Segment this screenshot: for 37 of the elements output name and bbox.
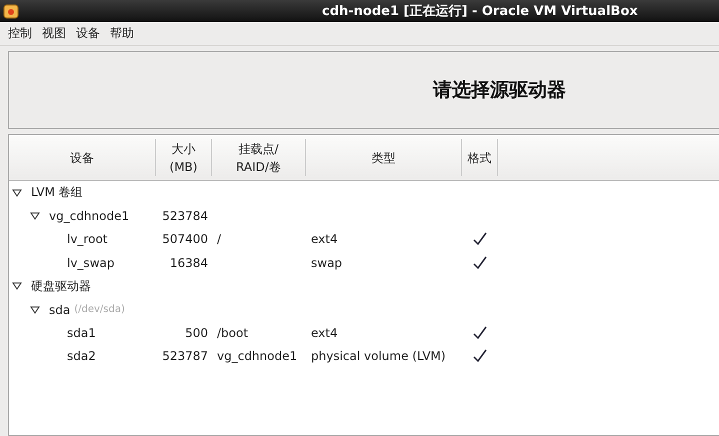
device-name: sda2	[67, 349, 96, 364]
device-name: vg_cdhnode1	[49, 209, 130, 224]
column-header[interactable]: 类型	[306, 139, 462, 176]
device-name: lv_root	[67, 232, 108, 246]
column-header[interactable]: 格式	[462, 139, 498, 176]
mount-cell-text: /boot	[216, 326, 250, 340]
mount-cell-text: vg_cdhnode1	[216, 349, 298, 364]
device-path: (/dev/sda)	[74, 304, 125, 316]
column-header[interactable]: 设备	[9, 139, 156, 176]
menu-item[interactable]: 控制	[4, 25, 36, 42]
type-cell-text: ext4	[310, 232, 339, 246]
page-heading: 请选择源驱动器	[433, 78, 566, 103]
menu-item[interactable]: 设备	[72, 25, 104, 42]
size-cell-text: 523784	[161, 209, 209, 224]
menu-item[interactable]: 视图	[38, 25, 70, 42]
device-name: 硬盘驱动器	[31, 278, 91, 295]
expanded-triangle-icon[interactable]	[12, 282, 22, 290]
size-cell-text: 16384	[168, 256, 209, 270]
type-cell-text: physical volume (LVM)	[310, 349, 447, 364]
expanded-triangle-icon[interactable]	[30, 306, 40, 314]
size-cell-text: 500	[184, 326, 209, 340]
menu-item[interactable]: 帮助	[106, 25, 138, 42]
app-icon	[3, 3, 19, 19]
device-name: sda	[49, 302, 70, 317]
window-title: cdh-node1 [正在运行] - Oracle VM VirtualBox	[322, 3, 638, 20]
mount-cell-text: /	[216, 232, 222, 246]
type-cell-text: ext4	[310, 326, 339, 340]
expanded-triangle-icon[interactable]	[30, 212, 40, 220]
type-cell-text: swap	[310, 256, 344, 270]
column-header[interactable]: 挂载点/ RAID/卷	[212, 139, 306, 176]
device-name: lv_swap	[67, 256, 114, 270]
size-cell-text: 507400	[161, 232, 209, 246]
expanded-triangle-icon[interactable]	[12, 188, 22, 197]
size-cell-text: 523787	[161, 349, 209, 364]
device-name: LVM 卷组	[31, 184, 83, 202]
device-name: sda1	[67, 326, 96, 340]
column-header[interactable]: 大小 (MB)	[156, 139, 212, 176]
